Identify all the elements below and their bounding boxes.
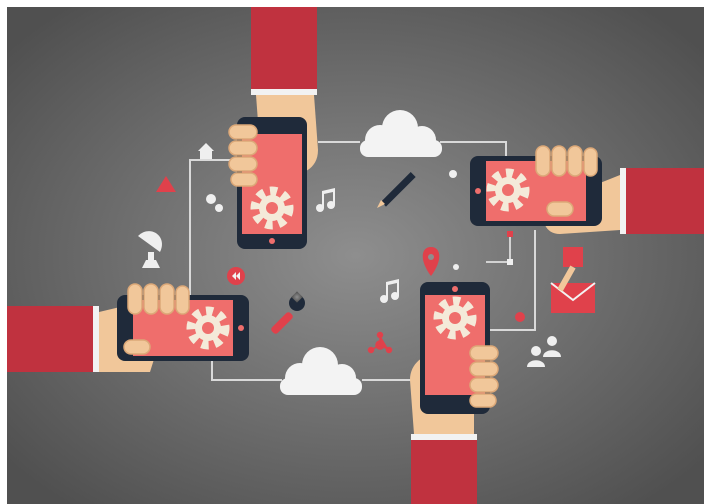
right-phone-gear-icon	[491, 173, 525, 207]
right-cuff	[620, 168, 626, 234]
bottom-phone-gear-icon	[438, 301, 472, 335]
left-sleeve	[7, 306, 93, 372]
rewind-icon	[227, 267, 245, 285]
background	[7, 7, 704, 504]
bottom-cuff	[411, 434, 477, 440]
top-cuff	[251, 89, 317, 95]
connected-devices-illustration	[7, 7, 704, 504]
top-sleeve	[251, 7, 317, 93]
bottom-sleeve	[411, 440, 477, 504]
top-phone-gear-icon	[255, 191, 289, 225]
gears-icon	[515, 312, 525, 322]
right-sleeve	[626, 168, 704, 234]
left-cuff	[93, 306, 99, 372]
left-phone-gear-icon	[191, 311, 225, 345]
